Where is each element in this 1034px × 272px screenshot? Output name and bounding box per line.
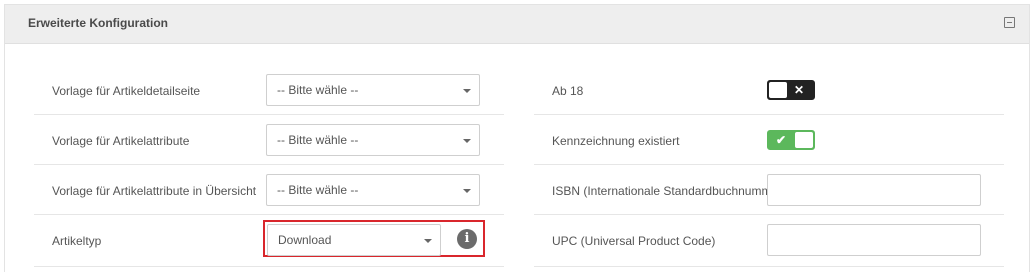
- select-article-type[interactable]: Download: [267, 224, 441, 256]
- minus-square-icon[interactable]: [1004, 17, 1015, 28]
- upc-input[interactable]: [767, 224, 981, 256]
- label-product-attributes-template: Vorlage für Artikelattribute: [52, 134, 190, 148]
- chevron-down-icon: [463, 189, 471, 193]
- select-value: -- Bitte wähle --: [277, 133, 359, 147]
- row-divider: [534, 164, 1004, 165]
- row-divider: [34, 214, 504, 215]
- toggle-knob: [795, 132, 813, 148]
- select-value: Download: [278, 233, 332, 247]
- select-product-attributes-template[interactable]: -- Bitte wähle --: [266, 124, 480, 156]
- row-divider: [34, 266, 504, 267]
- row-divider: [34, 164, 504, 165]
- close-icon: ✕: [793, 83, 804, 97]
- select-attributes-overview-template[interactable]: -- Bitte wähle --: [266, 174, 480, 206]
- panel-title: Erweiterte Konfiguration: [28, 16, 169, 30]
- select-product-detail-template[interactable]: -- Bitte wähle --: [266, 74, 480, 106]
- info-icon[interactable]: i: [457, 229, 477, 249]
- row-divider: [534, 214, 1004, 215]
- toggle-ab18[interactable]: ✕: [767, 80, 815, 100]
- isbn-input[interactable]: [767, 174, 981, 206]
- check-icon: ✔: [776, 133, 787, 147]
- label-article-type: Artikeltyp: [52, 234, 102, 248]
- label-product-detail-template: Vorlage für Artikeldetailseite: [52, 84, 201, 98]
- toggle-knob: [769, 82, 787, 98]
- label-upc: UPC (Universal Product Code): [552, 234, 716, 248]
- chevron-down-icon: [463, 89, 471, 93]
- row-divider: [534, 114, 1004, 115]
- select-value: -- Bitte wähle --: [277, 183, 359, 197]
- select-value: -- Bitte wähle --: [277, 83, 359, 97]
- chevron-down-icon: [424, 239, 432, 243]
- row-divider: [34, 114, 504, 115]
- row-divider: [534, 266, 1004, 267]
- toggle-marking-exists[interactable]: ✔: [767, 130, 815, 150]
- label-attributes-overview-template: Vorlage für Artikelattribute in Übersich…: [52, 184, 257, 198]
- label-ab18: Ab 18: [552, 84, 584, 98]
- panel-header[interactable]: Erweiterte Konfiguration: [5, 5, 1029, 44]
- label-marking-exists: Kennzeichnung existiert: [552, 134, 680, 148]
- label-isbn: ISBN (Internationale Standardbuchnumm: [552, 184, 767, 198]
- chevron-down-icon: [463, 139, 471, 143]
